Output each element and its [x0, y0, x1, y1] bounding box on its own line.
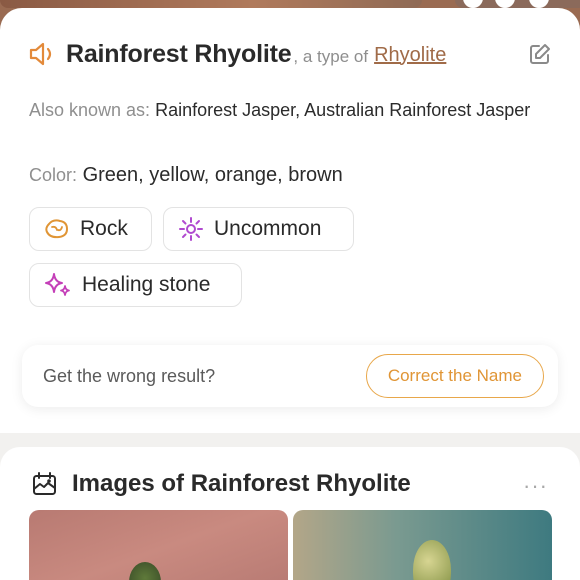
aka-label: Also known as: — [29, 100, 151, 120]
wrong-result-banner: Get the wrong result? Correct the Name — [22, 345, 558, 407]
images-header: Images of Rainforest Rhyolite ··· — [32, 469, 550, 499]
color-row: Color: Green, yellow, orange, brown — [29, 164, 343, 187]
title-row: Rainforest Rhyolite , a type of Rhyolite — [28, 36, 558, 72]
gallery-icon — [33, 472, 56, 495]
page-indicator-dot — [529, 0, 549, 8]
header-photo-right[interactable] — [455, 0, 580, 8]
tag-label: Healing stone — [82, 273, 211, 296]
stone-image[interactable] — [29, 510, 288, 580]
page-indicator-dot — [495, 0, 515, 8]
tag-rock[interactable]: Rock — [29, 207, 152, 251]
color-label: Color: — [29, 165, 78, 185]
stone-image[interactable] — [293, 510, 552, 580]
tag-label: Uncommon — [214, 217, 322, 240]
also-known-as: Also known as: Rainforest Jasper, Austra… — [29, 94, 559, 126]
color-value: Green, yellow, orange, brown — [82, 164, 343, 186]
identification-card: Rainforest Rhyolite , a type of Rhyolite… — [0, 8, 580, 433]
page-indicator-dot — [463, 0, 483, 8]
images-title: Images of Rainforest Rhyolite — [72, 470, 411, 497]
images-section: Images of Rainforest Rhyolite ··· — [0, 447, 580, 580]
correct-name-button[interactable]: Correct the Name — [365, 354, 544, 398]
header-photo-left[interactable] — [0, 0, 422, 8]
parent-type-link[interactable]: Rhyolite — [374, 44, 446, 67]
tag-healing-stone[interactable]: Healing stone — [29, 263, 242, 307]
speaker-icon[interactable] — [28, 40, 60, 68]
sparkles-icon — [45, 273, 70, 296]
type-of-label: , a type of — [293, 47, 369, 66]
more-options-icon[interactable]: ··· — [523, 473, 548, 499]
tag-label: Rock — [80, 217, 128, 240]
rock-icon — [45, 219, 69, 239]
wrong-result-question: Get the wrong result? — [43, 365, 216, 386]
tag-uncommon[interactable]: Uncommon — [163, 207, 354, 251]
edit-icon[interactable] — [528, 42, 552, 66]
aka-value: Rainforest Jasper, Australian Rainforest… — [155, 100, 531, 120]
stone-name: Rainforest Rhyolite — [66, 39, 292, 68]
sparkle-dot-icon — [179, 217, 203, 241]
